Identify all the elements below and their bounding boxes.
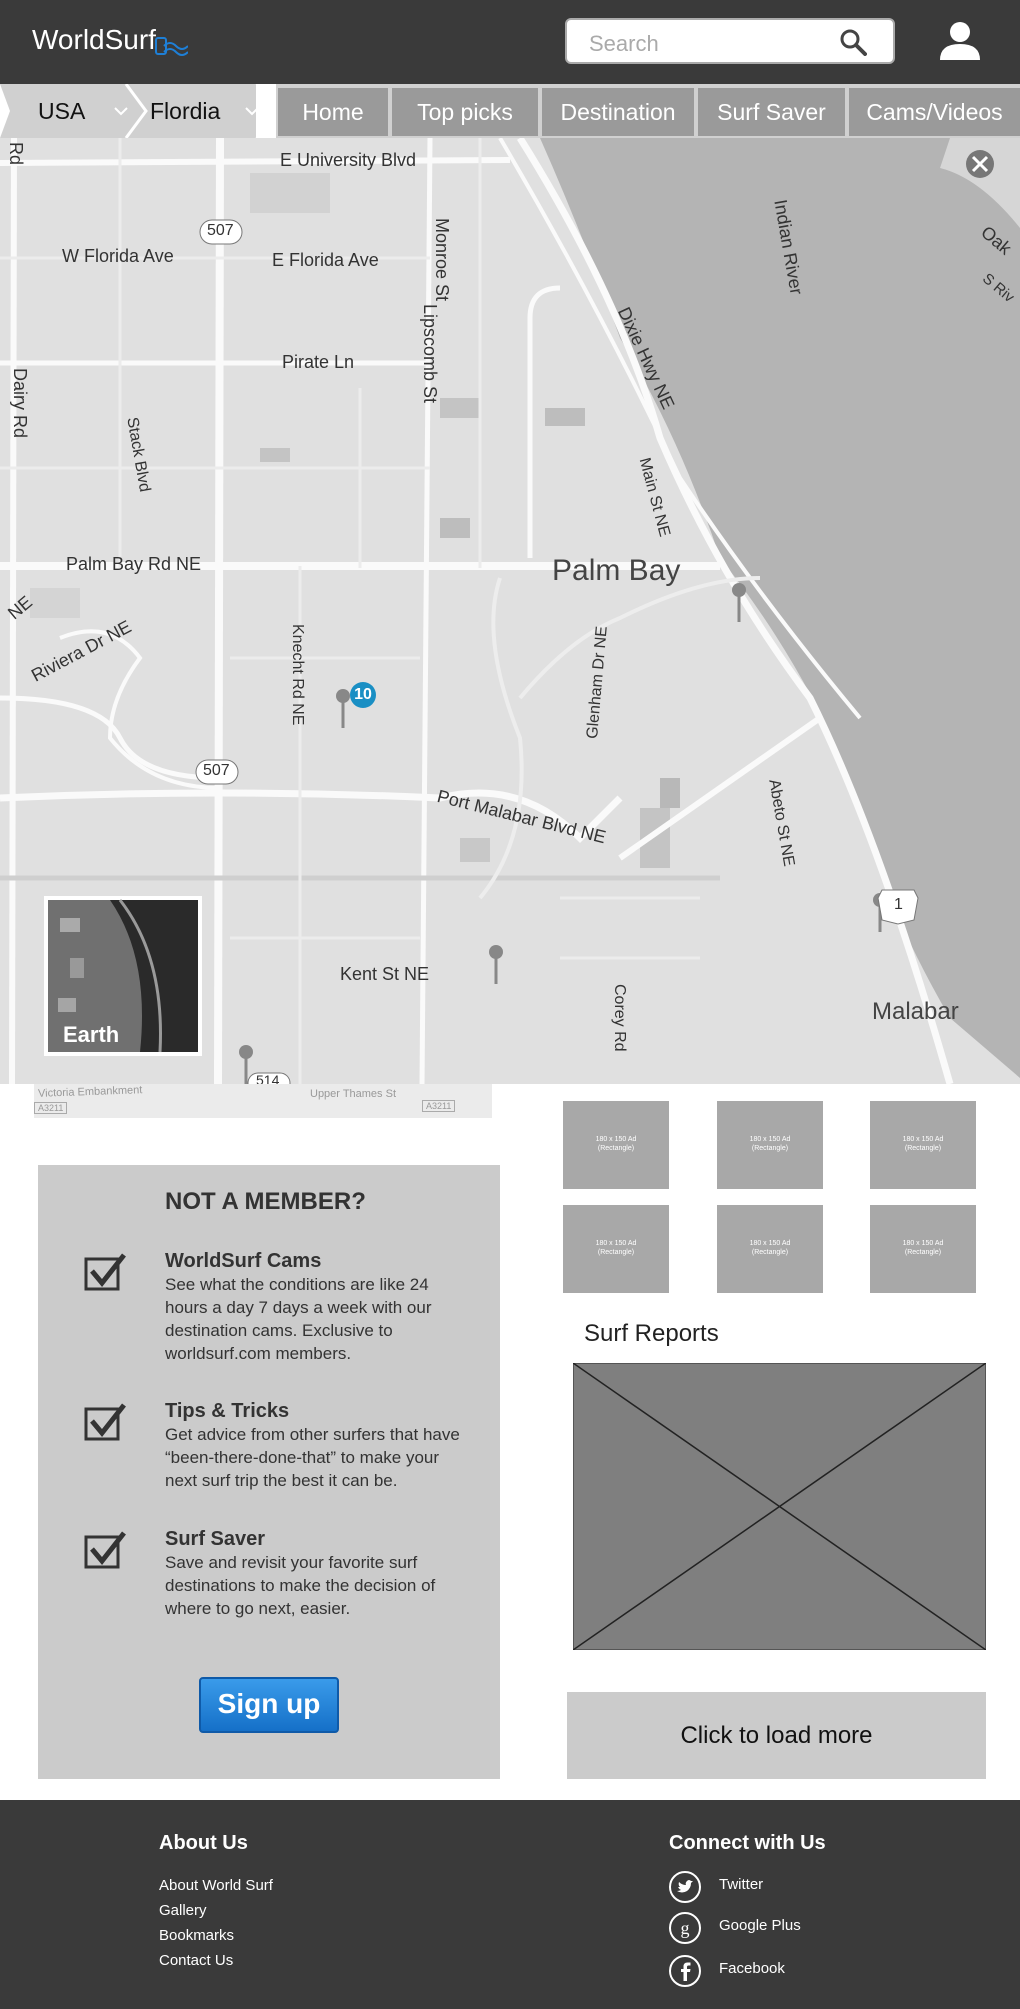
social-link-twitter[interactable]: Twitter (719, 1876, 763, 1893)
map-label: Lipscomb St (420, 304, 440, 404)
nav-home[interactable]: Home (278, 88, 388, 136)
svg-text:g: g (681, 1918, 690, 1938)
site-logo[interactable]: WorldSurf (32, 24, 156, 56)
member-panel: NOT A MEMBER? WorldSurf Cams See what th… (38, 1165, 500, 1779)
feature-title: WorldSurf Cams (165, 1250, 322, 1272)
nav-cams-videos[interactable]: Cams/Videos (849, 88, 1020, 136)
map-label: Pirate Ln (282, 352, 355, 372)
map-label: Knecht Rd NE (289, 624, 306, 726)
footer-link[interactable]: Contact Us (159, 1952, 233, 1969)
map-label: Rd (6, 142, 26, 166)
map-label: E University Blvd (280, 150, 417, 170)
map-city-label: Palm Bay (552, 554, 681, 587)
map-label: A3211 (422, 1100, 456, 1112)
footer-about-title: About Us (159, 1832, 248, 1854)
checkbox-checked-icon (84, 1531, 126, 1569)
header-bar: WorldSurf (0, 0, 1020, 84)
feature-text: Get advice from other surfers that have … (165, 1425, 460, 1490)
route-shield-label: 507 (203, 762, 230, 779)
ad-placeholder[interactable]: 180 x 150 Ad (Rectangle) (717, 1101, 823, 1189)
map-label: E Florida Ave (272, 250, 379, 270)
map-base (0, 138, 1020, 1084)
footer-link[interactable]: Gallery (159, 1902, 207, 1919)
twitter-icon[interactable] (668, 1870, 702, 1904)
surf-reports-title: Surf Reports (584, 1320, 719, 1347)
search-box[interactable] (565, 18, 895, 64)
feature-text: See what the conditions are like 24 hour… (165, 1275, 432, 1363)
wave-logo-icon (155, 37, 188, 56)
ad-placeholder[interactable]: 180 x 150 Ad (Rectangle) (870, 1205, 976, 1293)
route-shield-label: 507 (207, 222, 234, 239)
map-label: Corey Rd (611, 984, 628, 1052)
google-plus-icon[interactable]: g (668, 1911, 702, 1945)
social-link-facebook[interactable]: Facebook (719, 1960, 785, 1977)
sign-up-button[interactable]: Sign up (199, 1677, 339, 1733)
map-city-label: Malabar (872, 998, 959, 1025)
map-label: Kent St NE (340, 964, 430, 984)
route-shield-label: 1 (894, 896, 903, 913)
checkbox-checked-icon (84, 1403, 126, 1441)
search-input[interactable] (587, 30, 831, 58)
map-label: W Florida Ave (62, 246, 174, 266)
close-map-icon[interactable] (966, 150, 994, 178)
feature-text: Save and revisit your favorite surf dest… (165, 1553, 436, 1618)
map-label: Victoria Embankment (37, 1084, 143, 1100)
footer-link[interactable]: Bookmarks (159, 1927, 234, 1944)
route-shield-label: 514 (256, 1072, 280, 1084)
ad-placeholder[interactable]: 180 x 150 Ad (Rectangle) (717, 1205, 823, 1293)
map-label: Palm Bay Rd NE (66, 554, 202, 574)
ad-placeholder[interactable]: 180 x 150 Ad (Rectangle) (563, 1101, 669, 1189)
feature-title: Tips & Tricks (165, 1400, 290, 1422)
map-strip: Victoria Embankment Upper Thames St A321… (34, 1084, 492, 1118)
member-title: NOT A MEMBER? (165, 1188, 366, 1215)
feature-title: Surf Saver (165, 1528, 266, 1550)
breadcrumb-country[interactable]: USA (38, 84, 85, 138)
chevron-down-icon[interactable] (244, 106, 260, 116)
nav-surf-saver[interactable]: Surf Saver (698, 88, 845, 136)
chevron-down-icon[interactable] (113, 106, 129, 116)
ad-placeholder[interactable]: 180 x 150 Ad (Rectangle) (563, 1205, 669, 1293)
map-label: Monroe St (432, 218, 452, 302)
ad-placeholder[interactable]: 180 x 150 Ad (Rectangle) (870, 1101, 976, 1189)
nav-destination[interactable]: Destination (542, 88, 694, 136)
map-label: Upper Thames St (310, 1088, 397, 1100)
footer-link[interactable]: About World Surf (159, 1877, 273, 1894)
map-view[interactable]: E University Blvd W Florida Ave E Florid… (0, 138, 1020, 1084)
footer: About Us About World Surf Gallery Bookma… (0, 1800, 1020, 2009)
load-more-button[interactable]: Click to load more (567, 1692, 986, 1779)
footer-connect-title: Connect with Us (669, 1832, 826, 1854)
search-icon[interactable] (839, 28, 867, 56)
checkbox-checked-icon (84, 1253, 126, 1291)
facebook-icon[interactable] (668, 1954, 702, 1988)
map-label: Dairy Rd (10, 368, 30, 439)
surf-report-image-placeholder[interactable] (573, 1363, 986, 1650)
earth-view-label[interactable]: Earth (63, 1022, 119, 1048)
nav-top-picks[interactable]: Top picks (392, 88, 538, 136)
breadcrumb-state[interactable]: Flordia (150, 84, 220, 138)
map-marker-cluster[interactable]: 10 (350, 682, 376, 708)
map-label: A3211 (34, 1102, 68, 1114)
user-account-icon[interactable] (938, 20, 982, 62)
social-link-google-plus[interactable]: Google Plus (719, 1917, 801, 1934)
